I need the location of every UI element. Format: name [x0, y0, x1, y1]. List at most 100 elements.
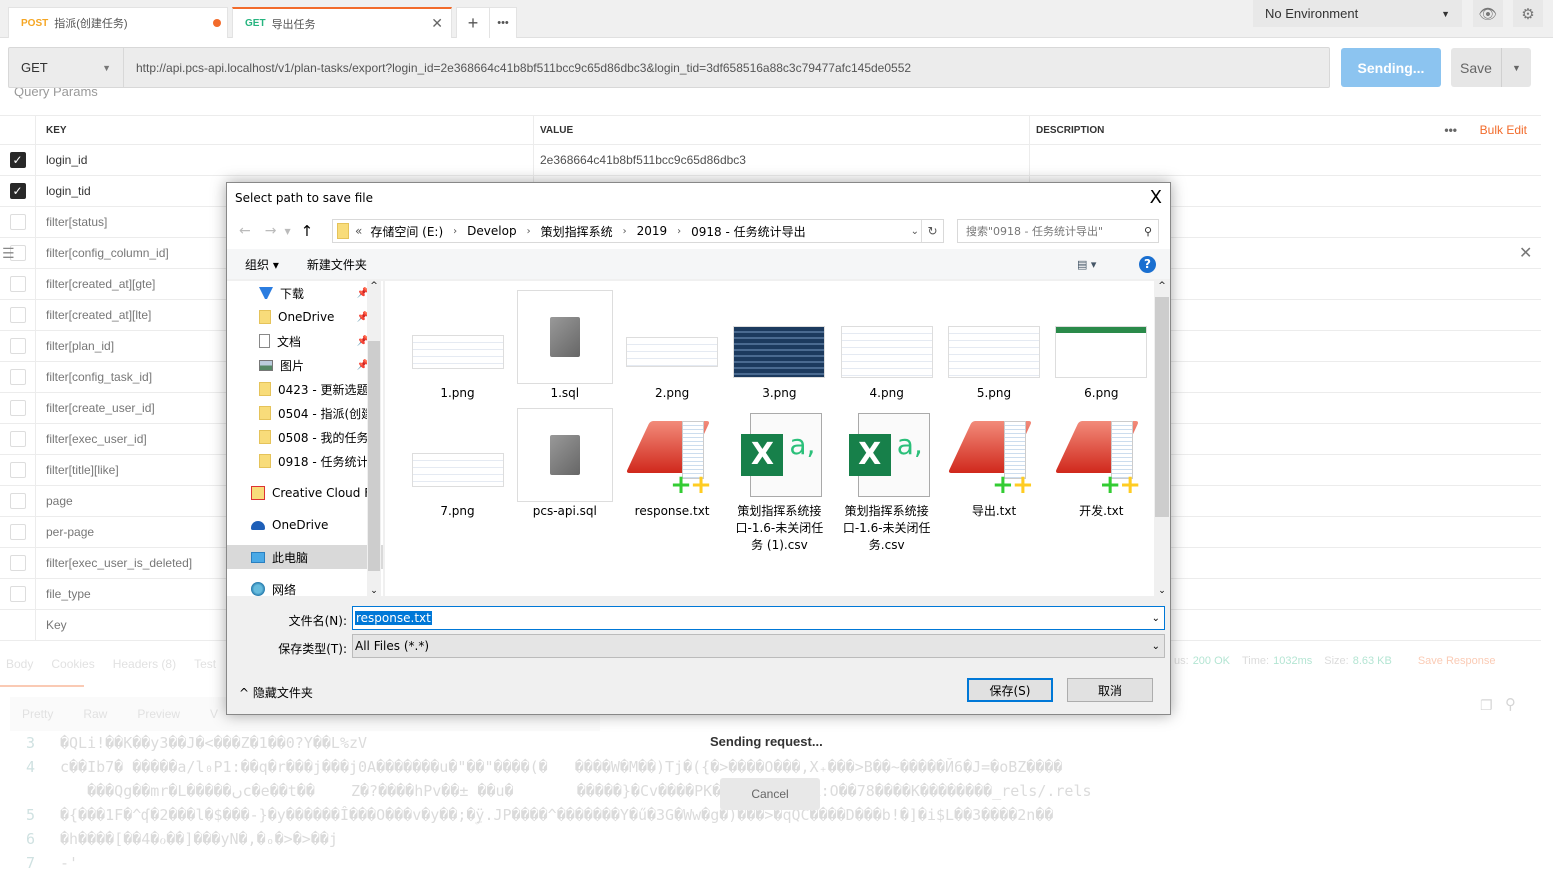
recent-dropdown-icon[interactable]: ▼ [284, 227, 290, 236]
param-checkbox[interactable] [9, 276, 26, 292]
nav-item[interactable]: 此电脑 [227, 545, 383, 569]
nav-item[interactable]: 0918 - 任务统计 [227, 449, 383, 473]
param-checkbox[interactable] [9, 524, 26, 540]
close-dialog-button[interactable]: X [1150, 187, 1162, 208]
copy-icon[interactable]: ❐ [1480, 697, 1493, 714]
response-tab[interactable]: Test [194, 657, 216, 671]
param-checkbox[interactable] [9, 369, 26, 385]
cancel-request-button[interactable]: Cancel [720, 778, 820, 810]
file-item[interactable]: 2.png [620, 289, 725, 402]
response-tab[interactable]: Cookies [51, 657, 94, 671]
chevron-down-icon[interactable]: ⌄ [1152, 613, 1160, 624]
send-button[interactable]: Sending... [1341, 48, 1441, 87]
param-checkbox[interactable] [9, 307, 26, 323]
url-input[interactable]: http://api.pcs-api.localhost/v1/plan-tas… [124, 61, 911, 75]
nav-item[interactable]: 图片 📌 [227, 353, 383, 377]
nav-item[interactable]: 0508 - 我的任务 [227, 425, 383, 449]
nav-item[interactable]: 文档 📌 [227, 329, 383, 353]
file-item[interactable]: Xa, 策划指挥系统接口-1.6-未关闭任务 (1).csv [727, 407, 832, 554]
new-tab-button[interactable]: + [456, 7, 490, 38]
response-view-tab[interactable]: Preview [137, 707, 180, 721]
nav-item[interactable]: OneDrive 📌 [227, 305, 383, 329]
files-scrollbar[interactable]: ^ ⌄ [1154, 281, 1170, 596]
environment-select[interactable]: No Environment ▼ [1253, 0, 1462, 27]
nav-item[interactable]: Creative Cloud F [227, 481, 383, 505]
back-icon[interactable]: ← [239, 223, 251, 239]
filename-input[interactable]: response.txt ⌄ [352, 606, 1165, 630]
refresh-icon[interactable]: ↻ [921, 220, 943, 242]
save-response-button[interactable]: Save Response [1418, 655, 1496, 667]
save-button[interactable]: Save ▼ [1451, 48, 1531, 87]
nav-item[interactable]: 0504 - 指派(创建 [227, 401, 383, 425]
eye-icon[interactable]: 👁 [1473, 0, 1503, 27]
nav-scrollbar[interactable]: ^ ⌄ [367, 281, 381, 596]
param-checkbox[interactable] [9, 400, 26, 416]
param-checkbox[interactable] [9, 555, 26, 571]
chevron-down-icon[interactable]: ▼ [1501, 48, 1531, 87]
bulk-edit-link[interactable]: Bulk Edit [1480, 123, 1527, 137]
drag-handle-icon[interactable]: ☰ [2, 245, 15, 262]
response-tab[interactable]: Body [6, 657, 33, 671]
file-item[interactable]: 4.png [834, 289, 939, 402]
code-line: 4 c��Ib7� �����a/l₀P1:��q�r���j���j0A����… [0, 755, 1092, 779]
breadcrumb-item[interactable]: Develop [467, 224, 516, 238]
help-icon[interactable]: ? [1139, 255, 1156, 273]
delete-row-icon[interactable]: ✕ [1519, 243, 1532, 263]
file-item[interactable]: + + 开发.txt [1049, 407, 1154, 520]
filetype-select[interactable]: All Files (*.*) ⌄ [352, 634, 1165, 658]
param-checkbox[interactable]: ✓ [9, 152, 26, 168]
file-item[interactable]: 3.png [727, 289, 832, 402]
nav-item[interactable]: OneDrive [227, 513, 383, 537]
breadcrumb-item[interactable]: 2019 [637, 224, 668, 238]
dialog-cancel-button[interactable]: 取消 [1067, 678, 1153, 702]
tab-get-export[interactable]: GET 导出任务 ✕ [232, 7, 452, 38]
method-select[interactable]: GET ▼ [9, 48, 124, 87]
address-bar[interactable]: « 存储空间 (E:) › Develop › 策划指挥系统 › 2019 › 0918 - 任… [332, 219, 944, 243]
up-icon[interactable]: ↑ [301, 222, 314, 240]
nav-item[interactable]: 0423 - 更新选题 [227, 377, 383, 401]
file-item[interactable]: 1.sql [512, 289, 617, 402]
file-name: 5.png [976, 386, 1012, 400]
file-item[interactable]: 5.png [942, 289, 1047, 402]
param-key[interactable]: login_id [36, 145, 534, 175]
param-checkbox[interactable] [9, 586, 26, 602]
param-checkbox[interactable] [9, 431, 26, 447]
param-checkbox[interactable] [9, 214, 26, 230]
response-view-tab[interactable]: Pretty [22, 707, 53, 721]
breadcrumb-item[interactable]: 0918 - 任务统计导出 [691, 223, 806, 240]
param-checkbox[interactable] [9, 462, 26, 478]
file-item[interactable]: 7.png [405, 407, 510, 520]
breadcrumb-item[interactable]: 存储空间 (E:) [370, 223, 443, 240]
param-checkbox[interactable]: ✓ [9, 183, 26, 199]
response-view-tab[interactable]: Raw [83, 707, 107, 721]
search-folder-input[interactable]: 搜索"0918 - 任务统计导出" ⚲ [957, 219, 1159, 243]
organize-menu[interactable]: 组织 ▾ [245, 256, 279, 273]
forward-icon[interactable]: → [265, 223, 277, 239]
more-icon[interactable]: ••• [1444, 123, 1457, 137]
breadcrumb-item[interactable]: 策划指挥系统 [541, 223, 613, 240]
file-item[interactable]: 1.png [405, 289, 510, 402]
response-tab[interactable]: Headers (8) [113, 657, 176, 671]
file-item[interactable]: 6.png [1049, 289, 1154, 402]
tab-more-button[interactable]: ••• [489, 7, 517, 38]
gear-icon[interactable]: ⚙ [1513, 0, 1543, 27]
param-checkbox[interactable] [9, 493, 26, 509]
new-folder-button[interactable]: 新建文件夹 [307, 256, 367, 273]
response-view-tab[interactable]: V [210, 707, 218, 721]
sql-file-icon [516, 290, 613, 384]
hide-folders-toggle[interactable]: ^ 隐藏文件夹 [239, 684, 313, 701]
tab-post-assign[interactable]: POST 指派(创建任务) [8, 7, 228, 38]
chevron-down-icon[interactable]: ⌄ [911, 226, 919, 237]
close-tab-icon[interactable]: ✕ [431, 15, 443, 32]
file-item[interactable]: pcs-api.sql [512, 407, 617, 520]
view-options-icon[interactable]: ▤ ▾ [1077, 258, 1096, 271]
search-icon[interactable]: ⚲ [1505, 695, 1516, 713]
param-checkbox[interactable] [9, 338, 26, 354]
param-value[interactable]: 2e368664c41b8bf511bcc9c65d86dbc3 [534, 145, 1030, 175]
nav-item[interactable]: 下载 📌 [227, 281, 383, 305]
dialog-save-button[interactable]: 保存(S) [967, 678, 1053, 702]
file-item[interactable]: + + response.txt [620, 407, 725, 520]
file-item[interactable]: Xa, 策划指挥系统接口-1.6-未关闭任务.csv [834, 407, 939, 554]
file-item[interactable]: + + 导出.txt [942, 407, 1047, 520]
param-description[interactable] [1030, 145, 1541, 175]
